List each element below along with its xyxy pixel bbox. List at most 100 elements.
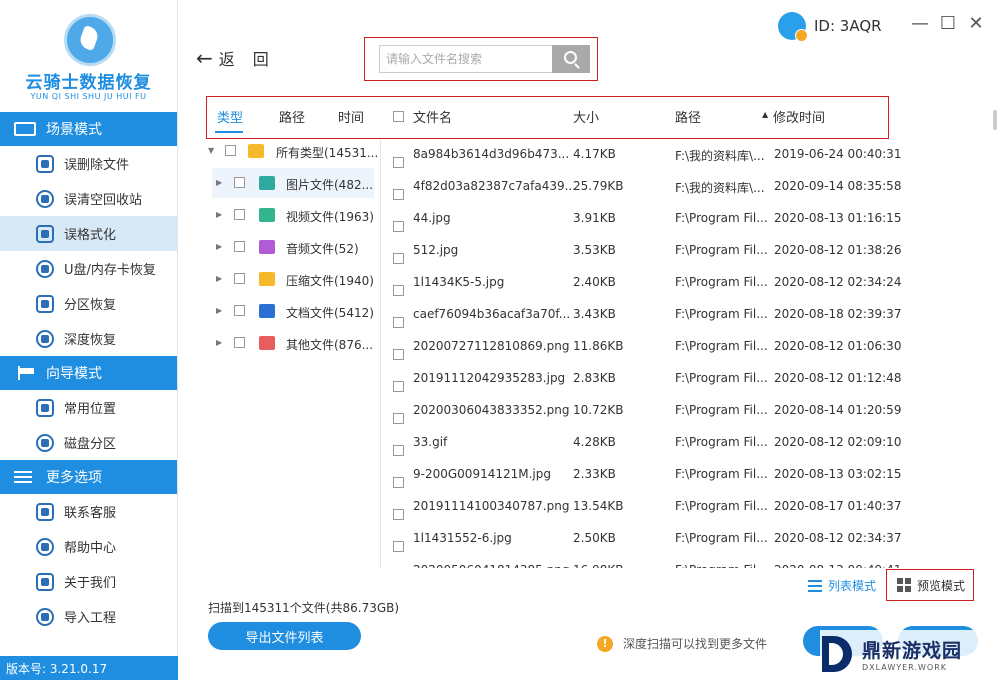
- maximize-button[interactable]: ☐: [938, 14, 958, 34]
- sidebar-item-guide-1[interactable]: 磁盘分区: [0, 425, 177, 460]
- file-path: F:\Program Fil...: [675, 467, 768, 481]
- column-modified[interactable]: 修改时间: [773, 107, 825, 126]
- table-row[interactable]: 9-200G00914121M.jpg 2.33KB F:\Program Fil.…: [382, 458, 992, 490]
- tree-checkbox[interactable]: [234, 273, 245, 284]
- image-icon: [259, 176, 275, 190]
- tree-item[interactable]: ▶ 视频文件(1963): [206, 200, 376, 230]
- file-size: 2.33KB: [573, 467, 616, 481]
- search-button[interactable]: [552, 45, 590, 73]
- search-box: [364, 37, 598, 81]
- collapse-arrow-icon[interactable]: ▶: [216, 178, 222, 187]
- column-filename[interactable]: 文件名: [413, 107, 452, 126]
- tree-item-label: 图片文件(482...: [286, 178, 374, 192]
- tree-item[interactable]: ▶ 压缩文件(1940): [206, 264, 376, 294]
- tree-item-label: 文档文件(5412): [286, 306, 374, 320]
- sidebar-item-scene-4[interactable]: 分区恢复: [0, 286, 177, 321]
- tree-item-label: 压缩文件(1940): [286, 274, 374, 288]
- file-name: 20191114100340787.png: [413, 499, 570, 513]
- tree-checkbox[interactable]: [234, 241, 245, 252]
- tab-time[interactable]: 时间: [338, 107, 364, 126]
- tree-item-label: 其他文件(876...: [286, 338, 374, 352]
- minimize-button[interactable]: —: [910, 14, 930, 34]
- sidebar-item-scene-0[interactable]: 误删除文件: [0, 146, 177, 181]
- file-name: 1l1434K5-5.jpg: [413, 275, 505, 289]
- table-row[interactable]: 20191112042935283.jpg 2.83KB F:\Program Fi…: [382, 362, 992, 394]
- sidebar-item-scene-1[interactable]: 误清空回收站: [0, 181, 177, 216]
- search-input[interactable]: [379, 45, 553, 73]
- table-row[interactable]: 4f82d03a82387c7afa439... 25.79KB F:\我的资料库\…: [382, 170, 992, 202]
- table-row[interactable]: 44.jpg 3.91KB F:\Program Fil... 2020-08-13 …: [382, 202, 992, 234]
- collapse-arrow-icon[interactable]: ▶: [216, 210, 222, 219]
- collapse-arrow-icon[interactable]: ▶: [216, 242, 222, 251]
- sidebar-item-label: 常用位置: [64, 402, 117, 417]
- column-size[interactable]: 大小: [573, 107, 599, 126]
- tree-checkbox[interactable]: [234, 337, 245, 348]
- sidebar-item-more-0[interactable]: 联系客服: [0, 494, 177, 529]
- guide-mode-label: 向导模式: [46, 366, 102, 382]
- scrollbar[interactable]: [993, 110, 997, 130]
- file-path: F:\Program Fil...: [675, 275, 768, 289]
- sidebar-item-scene-3[interactable]: U盘/内存卡恢复: [0, 251, 177, 286]
- table-row[interactable]: 33.gif 4.28KB F:\Program Fil... 2020-08-12 …: [382, 426, 992, 458]
- collapse-arrow-icon[interactable]: ▶: [216, 306, 222, 315]
- user-avatar-icon[interactable]: [778, 12, 808, 42]
- table-row[interactable]: 512.jpg 3.53KB F:\Program Fil... 2020-08-12…: [382, 234, 992, 266]
- monitor-icon: [14, 122, 36, 136]
- user-id-area[interactable]: ID: 3AQR: [778, 12, 882, 42]
- tree-item[interactable]: ▼ 所有类型(14531...: [206, 136, 379, 166]
- file-path: F:\Program Fil...: [675, 403, 768, 417]
- select-all-checkbox[interactable]: [393, 109, 404, 124]
- export-file-list-button[interactable]: 导出文件列表: [208, 622, 361, 650]
- tree-checkbox[interactable]: [225, 145, 236, 156]
- sidebar-item-more-3[interactable]: 导入工程: [0, 599, 177, 634]
- collapse-arrow-icon[interactable]: ▶: [216, 274, 222, 283]
- file-modified: 2020-08-17 01:40:37: [774, 499, 902, 513]
- table-row[interactable]: 8a984b3614d3d96b473... 4.17KB F:\我的资料库\...…: [382, 138, 992, 170]
- table-row[interactable]: 20191114100340787.png 13.54KB F:\Program F…: [382, 490, 992, 522]
- tree-item[interactable]: ▶ 音频文件(52): [206, 232, 376, 262]
- close-button[interactable]: ✕: [966, 14, 986, 34]
- file-name: 9-200G00914121M.jpg: [413, 467, 551, 481]
- sidebar-item-guide-0[interactable]: 常用位置: [0, 390, 177, 425]
- sidebar-item-more-2[interactable]: 关于我们: [0, 564, 177, 599]
- tab-path[interactable]: 路径: [279, 107, 305, 126]
- column-path[interactable]: 路径: [675, 107, 701, 126]
- guide-mode-header: 向导模式: [0, 356, 177, 390]
- file-size: 10.72KB: [573, 403, 624, 417]
- collapse-arrow-icon[interactable]: ▶: [216, 338, 222, 347]
- table-row[interactable]: caef76094b36acaf3a70f... 3.43KB F:\Program…: [382, 298, 992, 330]
- table-row[interactable]: 20200306043833352.png 10.72KB F:\Program F…: [382, 394, 992, 426]
- table-row[interactable]: 1l1434K5-5.jpg 2.40KB F:\Program Fil... 202…: [382, 266, 992, 298]
- sidebar-item-scene-5[interactable]: 深度恢复: [0, 321, 177, 356]
- file-size: 25.79KB: [573, 179, 624, 193]
- tree-checkbox[interactable]: [234, 177, 245, 188]
- file-name: 1l1431552-6.jpg: [413, 531, 512, 545]
- sidebar-item-more-1[interactable]: 帮助中心: [0, 529, 177, 564]
- tree-checkbox[interactable]: [234, 305, 245, 316]
- tree-item-label: 所有类型(14531...: [276, 146, 379, 160]
- tree-item[interactable]: ▶ 文档文件(5412): [206, 296, 376, 326]
- table-row[interactable]: 20200506041814385.png 16.98KB F:\Program F…: [382, 554, 992, 568]
- archive-icon: [259, 272, 275, 286]
- tab-type[interactable]: 类型: [217, 107, 243, 126]
- recycle-bin-icon: [36, 189, 54, 208]
- table-row[interactable]: 1l1431552-6.jpg 2.50KB F:\Program Fil... 20…: [382, 522, 992, 554]
- tree-checkbox[interactable]: [234, 209, 245, 220]
- preview-mode-button[interactable]: 预览模式: [886, 569, 974, 601]
- sidebar-item-label: 帮助中心: [64, 541, 117, 556]
- sidebar-item-label: 误清空回收站: [64, 193, 143, 208]
- tree-item[interactable]: ▶ 其他文件(876...: [206, 328, 376, 358]
- tree-item[interactable]: ▶ 图片文件(482...: [212, 168, 374, 198]
- sidebar-item-scene-2[interactable]: 误格式化: [0, 216, 177, 251]
- file-path: F:\Program Fil...: [675, 211, 768, 225]
- list-icon: [808, 579, 822, 592]
- list-mode-button[interactable]: 列表模式: [808, 577, 876, 594]
- table-row[interactable]: 20200727112810869.png 11.86KB F:\Program F…: [382, 330, 992, 362]
- format-icon: [36, 224, 54, 243]
- expand-arrow-icon[interactable]: ▼: [208, 146, 214, 155]
- file-modified: 2020-08-12 01:06:30: [774, 339, 902, 353]
- tree-item-label: 音频文件(52): [286, 242, 359, 256]
- back-button[interactable]: ← 返回: [196, 46, 287, 70]
- file-size: 3.91KB: [573, 211, 616, 225]
- logo: 云骑士数据恢复 YUN QI SHI SHU JU HUI FU: [0, 0, 177, 112]
